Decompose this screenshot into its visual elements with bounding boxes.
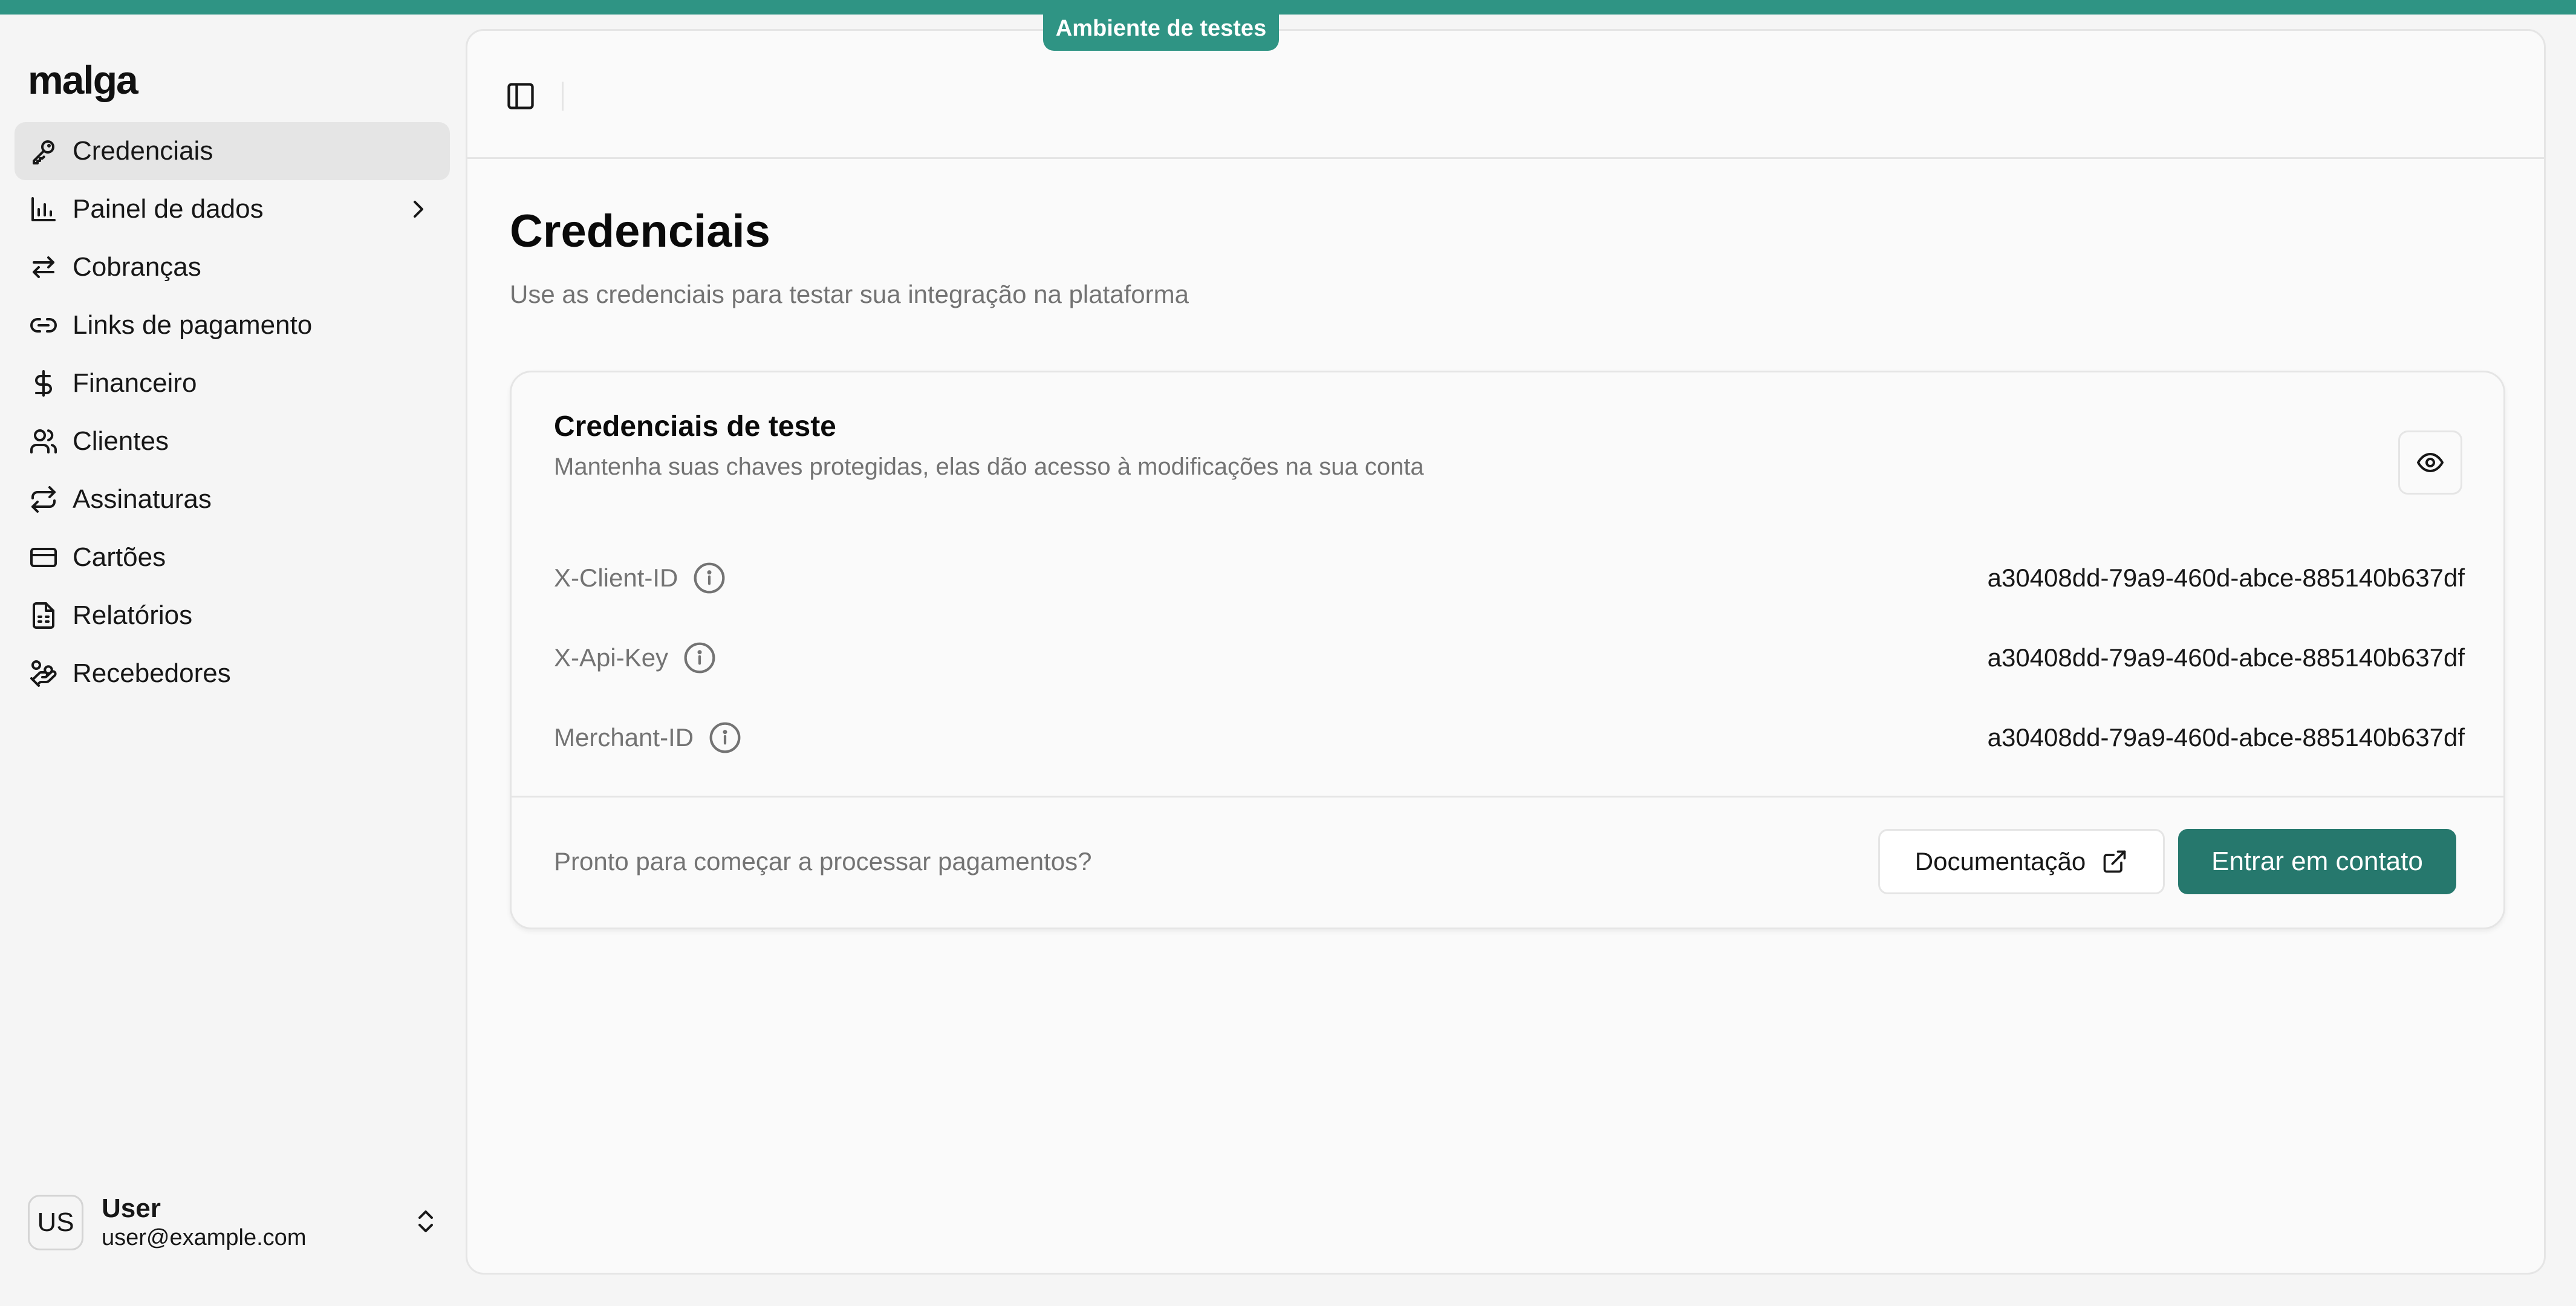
documentation-button-label: Documentação [1914, 847, 2086, 876]
card-description: Mantenha suas chaves protegidas, elas dã… [554, 453, 1424, 480]
sidebar: malga Credenciais Painel de dados Cobran… [0, 15, 466, 1306]
credential-row-api-key: X-Api-Key a30408dd-79a9-460d-abce-885140… [554, 632, 2465, 681]
sidebar-item-financeiro[interactable]: Financeiro [15, 354, 450, 412]
logo[interactable]: malga [28, 57, 138, 103]
sidebar-item-label: Financeiro [73, 368, 197, 398]
environment-bar [0, 0, 2576, 15]
external-link-icon [2103, 850, 2126, 873]
sidebar-item-label: Cartões [73, 542, 166, 572]
page-subtitle: Use as credenciais para testar sua integ… [510, 280, 1189, 308]
credential-label: Merchant-ID [554, 723, 694, 752]
sidebar-item-relatorios[interactable]: Relatórios [15, 586, 450, 645]
sidebar-item-clientes[interactable]: Clientes [15, 412, 450, 470]
avatar: US [28, 1195, 83, 1250]
contact-button[interactable]: Entrar em contato [2178, 829, 2456, 894]
user-menu[interactable]: US User user@example.com [28, 1187, 445, 1260]
sidebar-item-assinaturas[interactable]: Assinaturas [15, 470, 450, 528]
dollar-icon [29, 369, 58, 398]
sidebar-item-label: Assinaturas [73, 484, 212, 514]
credential-label: X-Api-Key [554, 643, 669, 672]
card-title: Credenciais de teste [554, 411, 836, 443]
credit-card-icon [29, 543, 58, 572]
info-icon[interactable] [708, 721, 742, 755]
eye-icon [2417, 453, 2444, 472]
info-icon[interactable] [683, 641, 717, 675]
bar-chart-icon [29, 195, 58, 224]
user-name: User [102, 1194, 161, 1223]
arrows-left-right-icon [29, 253, 58, 282]
chevrons-up-down-icon[interactable] [411, 1207, 440, 1236]
credential-value: a30408dd-79a9-460d-abce-885140b637df [1987, 643, 2465, 672]
credential-value: a30408dd-79a9-460d-abce-885140b637df [1987, 723, 2465, 752]
sidebar-item-painel-de-dados[interactable]: Painel de dados [15, 180, 450, 238]
show-credentials-button[interactable] [2398, 430, 2462, 495]
sidebar-item-cobrancas[interactable]: Cobranças [15, 238, 450, 296]
chevron-right-icon[interactable] [404, 195, 433, 224]
sidebar-item-label: Clientes [73, 426, 169, 456]
sidebar-item-label: Credenciais [73, 136, 213, 166]
users-icon [29, 427, 58, 456]
credential-label: X-Client-ID [554, 564, 678, 592]
sidebar-item-credenciais[interactable]: Credenciais [15, 122, 450, 180]
sidebar-toggle-icon[interactable] [505, 80, 536, 112]
app-window: Ambiente de testes malga Credenciais Pai… [0, 0, 2576, 1306]
repeat-icon [29, 485, 58, 514]
credential-row-merchant-id: Merchant-ID a30408dd-79a9-460d-abce-8851… [554, 712, 2465, 761]
key-icon [29, 137, 58, 166]
header-divider [562, 82, 564, 111]
link-icon [29, 311, 58, 340]
credential-row-client-id: X-Client-ID a30408dd-79a9-460d-abce-8851… [554, 553, 2465, 601]
footer-text: Pronto para começar a processar pagament… [554, 847, 1092, 876]
main-panel: Credenciais Use as credenciais para test… [466, 29, 2546, 1275]
info-icon[interactable] [692, 561, 726, 595]
sidebar-item-label: Recebedores [73, 658, 231, 688]
user-email: user@example.com [102, 1225, 307, 1250]
sidebar-item-label: Links de pagamento [73, 310, 313, 340]
card-footer: Pronto para começar a processar pagament… [512, 796, 2503, 928]
documentation-button[interactable]: Documentação [1878, 829, 2165, 894]
credentials-card: Credenciais de teste Mantenha suas chave… [510, 371, 2505, 929]
environment-badge: Ambiente de testes [1043, 6, 1279, 51]
main-header [467, 31, 2544, 159]
sidebar-item-links-de-pagamento[interactable]: Links de pagamento [15, 296, 450, 354]
page-title: Credenciais [510, 206, 770, 257]
hand-coins-icon [29, 659, 58, 688]
sidebar-item-label: Relatórios [73, 600, 193, 630]
report-icon [29, 601, 58, 630]
sidebar-item-label: Cobranças [73, 252, 201, 282]
sidebar-item-label: Painel de dados [73, 194, 264, 224]
credential-value: a30408dd-79a9-460d-abce-885140b637df [1987, 564, 2465, 592]
sidebar-item-recebedores[interactable]: Recebedores [15, 645, 450, 703]
sidebar-item-cartoes[interactable]: Cartões [15, 528, 450, 586]
